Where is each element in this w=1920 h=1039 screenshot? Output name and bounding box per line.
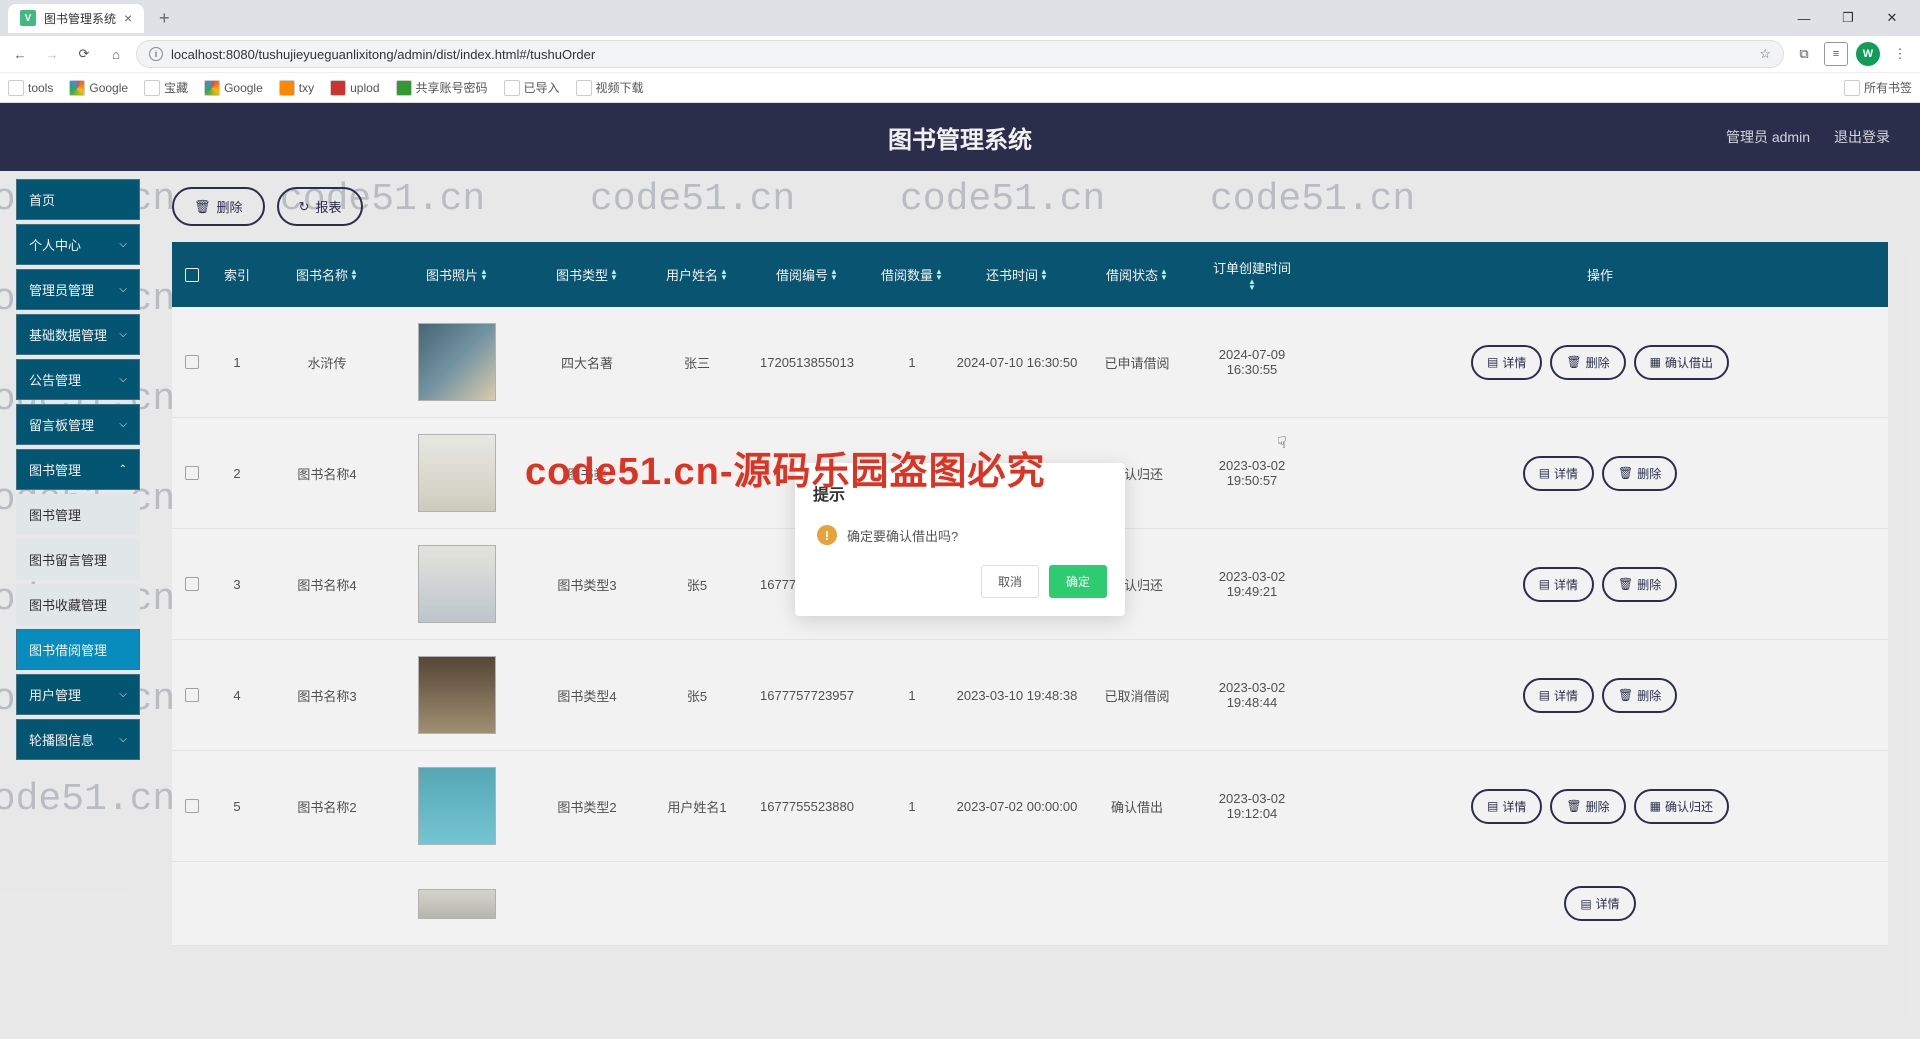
all-bookmarks[interactable]: 所有书签 <box>1844 79 1912 96</box>
browser-chrome: V 图书管理系统 × + — ❐ ✕ ← → ⟳ ⌂ i localhost:8… <box>0 0 1920 103</box>
bookmark-uplod[interactable]: uplod <box>330 80 379 96</box>
tab-title: 图书管理系统 <box>44 10 116 27</box>
window-controls: — ❐ ✕ <box>1792 6 1912 30</box>
site-info-icon[interactable]: i <box>149 47 163 61</box>
folder-icon <box>576 80 592 96</box>
modal-overlay: 提示 ! 确定要确认借出吗? 取消 确定 <box>0 103 1920 1039</box>
bookmark-tools[interactable]: tools <box>8 80 53 96</box>
google-icon <box>204 80 220 96</box>
bookmarks-bar: tools Google 宝藏 Google txy uplod 共享账号密码 … <box>0 72 1920 102</box>
folder-icon <box>144 80 160 96</box>
close-button[interactable]: ✕ <box>1880 6 1904 30</box>
bookmark-star-icon[interactable]: ☆ <box>1759 46 1771 62</box>
address-bar[interactable]: i localhost:8080/tushujieyueguanlixitong… <box>136 40 1784 68</box>
profile-avatar[interactable]: W <box>1856 42 1880 66</box>
url-text: localhost:8080/tushujieyueguanlixitong/a… <box>171 47 1751 62</box>
site-icon <box>279 80 295 96</box>
app-root: code51.cncode51.cncode51.cncode51.cncode… <box>0 103 1920 1039</box>
url-bar: ← → ⟳ ⌂ i localhost:8080/tushujieyueguan… <box>0 36 1920 72</box>
reload-button[interactable]: ⟳ <box>72 42 96 66</box>
folder-icon <box>1844 80 1860 96</box>
cancel-button[interactable]: 取消 <box>981 565 1039 598</box>
bookmark-imported[interactable]: 已导入 <box>504 79 560 96</box>
confirm-button[interactable]: 确定 <box>1049 565 1107 598</box>
new-tab-button[interactable]: + <box>152 8 176 29</box>
forward-button[interactable]: → <box>40 42 64 66</box>
modal-title: 提示 <box>813 481 845 505</box>
confirm-modal: 提示 ! 确定要确认借出吗? 取消 确定 <box>795 463 1125 616</box>
back-button[interactable]: ← <box>8 42 32 66</box>
bookmark-video[interactable]: 视频下载 <box>576 79 644 96</box>
site-icon <box>396 80 412 96</box>
bookmark-txy[interactable]: txy <box>279 80 314 96</box>
home-button[interactable]: ⌂ <box>104 42 128 66</box>
folder-icon <box>8 80 24 96</box>
tab-bar: V 图书管理系统 × + — ❐ ✕ <box>0 0 1920 36</box>
google-icon <box>69 80 85 96</box>
bookmark-google2[interactable]: Google <box>204 80 263 96</box>
menu-icon[interactable]: ≡ <box>1824 42 1848 66</box>
folder-icon <box>504 80 520 96</box>
modal-message: 确定要确认借出吗? <box>847 526 958 545</box>
browser-tab[interactable]: V 图书管理系统 × <box>8 4 144 33</box>
bookmark-treasure[interactable]: 宝藏 <box>144 79 188 96</box>
close-icon[interactable]: × <box>124 11 132 25</box>
warning-icon: ! <box>817 525 837 545</box>
bookmark-shared[interactable]: 共享账号密码 <box>396 79 488 96</box>
minimize-button[interactable]: — <box>1792 6 1816 30</box>
site-icon <box>330 80 346 96</box>
extensions-icon[interactable]: ⧉ <box>1792 42 1816 66</box>
kebab-menu-icon[interactable]: ⋮ <box>1888 42 1912 66</box>
vue-favicon-icon: V <box>20 10 36 26</box>
bookmark-google[interactable]: Google <box>69 80 128 96</box>
maximize-button[interactable]: ❐ <box>1836 6 1860 30</box>
